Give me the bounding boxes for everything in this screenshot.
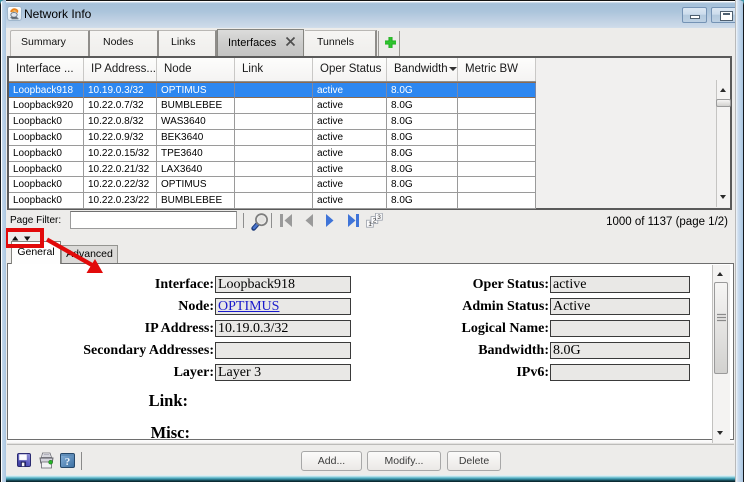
svg-text:?: ? xyxy=(65,456,71,468)
svg-text:1: 1 xyxy=(368,221,372,228)
svg-text:3: 3 xyxy=(377,214,381,221)
svg-text:2: 2 xyxy=(373,218,377,225)
